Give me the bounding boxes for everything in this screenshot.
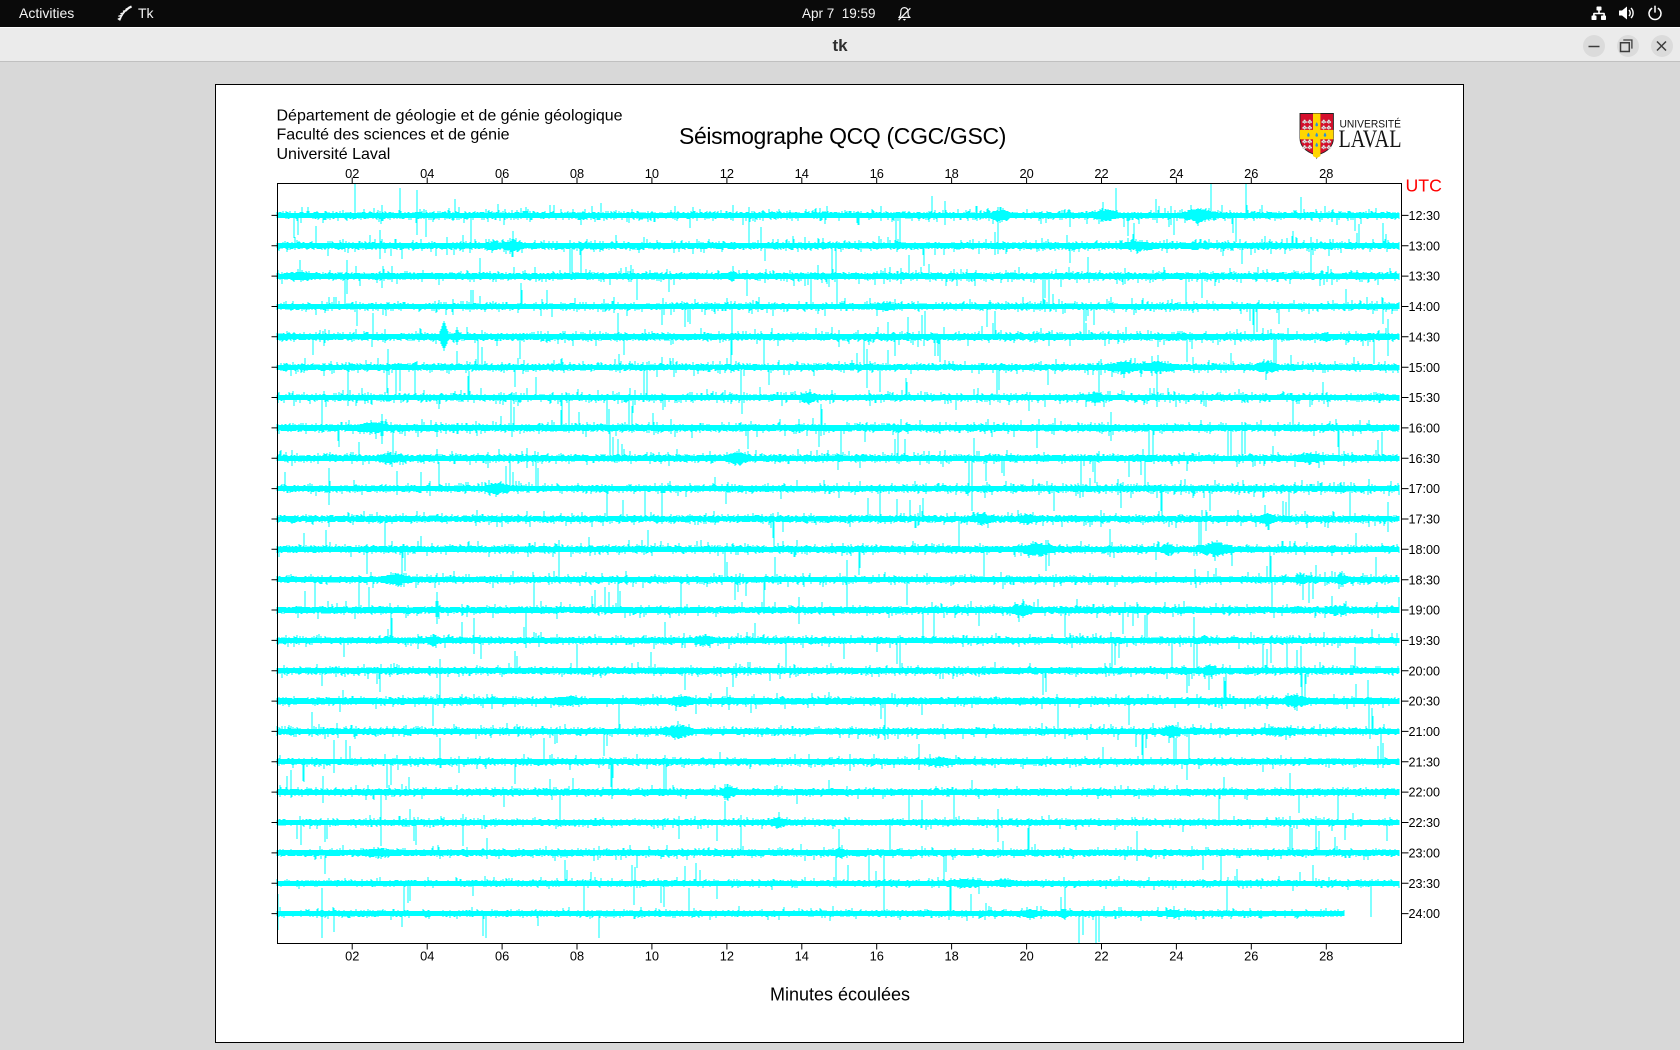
svg-text:Université Laval: Université Laval (277, 146, 391, 163)
svg-text:20: 20 (1019, 949, 1033, 964)
svg-text:21:00: 21:00 (1409, 725, 1441, 739)
svg-text:28: 28 (1319, 166, 1333, 181)
svg-text:15:00: 15:00 (1409, 361, 1441, 375)
svg-text:22:30: 22:30 (1409, 816, 1441, 830)
svg-text:24: 24 (1169, 166, 1183, 181)
svg-text:18: 18 (944, 949, 958, 964)
svg-text:18:00: 18:00 (1409, 543, 1441, 557)
svg-text:13:00: 13:00 (1409, 239, 1441, 253)
svg-text:20:00: 20:00 (1409, 664, 1441, 678)
svg-text:LAVAL: LAVAL (1339, 124, 1402, 153)
svg-text:08: 08 (570, 949, 584, 964)
svg-text:18: 18 (944, 166, 958, 181)
svg-text:21:30: 21:30 (1409, 755, 1441, 769)
svg-text:14:00: 14:00 (1409, 300, 1441, 314)
svg-text:12:30: 12:30 (1409, 209, 1441, 223)
svg-text:17:00: 17:00 (1409, 482, 1441, 496)
svg-text:02: 02 (345, 166, 359, 181)
svg-text:14: 14 (795, 949, 809, 964)
svg-text:12: 12 (720, 949, 734, 964)
svg-text:22: 22 (1094, 949, 1108, 964)
svg-text:16: 16 (870, 166, 884, 181)
svg-text:14:30: 14:30 (1409, 330, 1441, 344)
svg-text:04: 04 (420, 949, 434, 964)
svg-text:10: 10 (645, 166, 659, 181)
svg-text:22:00: 22:00 (1409, 786, 1441, 800)
svg-text:12: 12 (720, 166, 734, 181)
svg-text:06: 06 (495, 949, 509, 964)
svg-text:24: 24 (1169, 949, 1183, 964)
svg-text:Séismographe QCQ (CGC/GSC): Séismographe QCQ (CGC/GSC) (679, 123, 1006, 149)
svg-text:24:00: 24:00 (1409, 907, 1441, 921)
svg-text:Minutes écoulées: Minutes écoulées (770, 985, 910, 1005)
svg-text:13:30: 13:30 (1409, 270, 1441, 284)
svg-text:22: 22 (1094, 166, 1108, 181)
svg-text:16:30: 16:30 (1409, 452, 1441, 466)
svg-text:08: 08 (570, 166, 584, 181)
svg-text:23:00: 23:00 (1409, 847, 1441, 861)
svg-text:20: 20 (1019, 166, 1033, 181)
svg-text:Département de géologie et de: Département de géologie et de génie géol… (277, 108, 623, 125)
svg-text:Faculté des sciences et de gén: Faculté des sciences et de génie (277, 127, 510, 144)
svg-text:28: 28 (1319, 949, 1333, 964)
svg-text:26: 26 (1244, 949, 1258, 964)
svg-text:19:30: 19:30 (1409, 634, 1441, 648)
svg-text:23:30: 23:30 (1409, 877, 1441, 891)
svg-text:06: 06 (495, 166, 509, 181)
svg-text:17:30: 17:30 (1409, 513, 1441, 527)
svg-text:20:30: 20:30 (1409, 695, 1441, 709)
svg-text:04: 04 (420, 166, 434, 181)
svg-text:10: 10 (645, 949, 659, 964)
svg-text:16:00: 16:00 (1409, 422, 1441, 436)
svg-text:02: 02 (345, 949, 359, 964)
svg-text:19:00: 19:00 (1409, 604, 1441, 618)
svg-text:UTC: UTC (1406, 175, 1443, 195)
svg-text:26: 26 (1244, 166, 1258, 181)
svg-text:14: 14 (795, 166, 809, 181)
svg-text:15:30: 15:30 (1409, 391, 1441, 405)
svg-text:16: 16 (870, 949, 884, 964)
svg-text:18:30: 18:30 (1409, 573, 1441, 587)
